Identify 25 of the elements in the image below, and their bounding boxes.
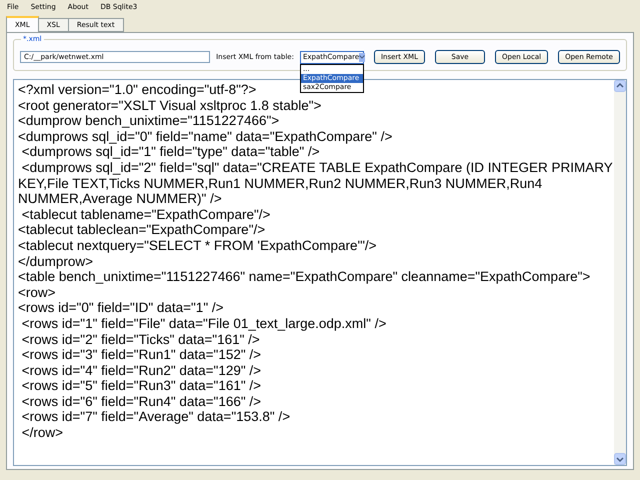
code-line: <rows id="2" field="Ticks" data="161" /> — [20, 332, 260, 348]
code-line: <rows id="3" field="Run1" data="152" /> — [20, 347, 262, 363]
code-line: <dumprow bench_unixtime="1151227466"> — [18, 113, 280, 129]
code-line: <rows id="4" field="Run2" data="129" /> — [20, 362, 262, 378]
code-line: <rows id="1" field="File" data="File 01_text_large.odp.xml" /> — [20, 316, 386, 332]
code-line: <dumprows sql_id="2" field="sql" data="CREATE TABLE ExpathCompare (ID INTEGER PRIMARY KEY,File TEXT,Ticks NUMMER,Run1 NUMMER,Run2 NUMMER,Run3 NUMMER,Run4 NUMMER,Average NUMMER)" /> — [18, 160, 614, 207]
scroll-up-icon[interactable] — [614, 80, 626, 92]
code-line: <tablecut tableclean="ExpathCompare"/> — [18, 222, 266, 238]
code-line: <root generator="XSLT Visual xsltproc 1.8 stable"> — [18, 98, 322, 114]
scrollbar[interactable] — [614, 80, 626, 465]
code-line: <row> — [18, 284, 56, 300]
code-line: <rows id="6" field="Run4" data="166" /> — [20, 394, 262, 410]
code-line: <rows id="5" field="Run3" data="161" /> — [20, 378, 262, 394]
caret-icon — [359, 55, 366, 59]
code-line: </dumprow> — [18, 254, 94, 270]
code-line: <dumprows sql_id="0" field="name" data="ExpathCompare" /> — [18, 128, 392, 144]
code-line: <rows id="0" field="ID" data="1" /> — [18, 300, 224, 316]
code-line: <table bench_unixtime="1151227466" name="ExpathCompare" cleanname="ExpathCompare"> — [18, 269, 590, 285]
code-line: <tablecut tablename="ExpathCompare"/> — [20, 206, 270, 222]
code-line: <tablecut nextquery="SELECT * FROM 'ExpathCompare'"/> — [18, 238, 377, 254]
scroll-down-icon[interactable] — [614, 453, 626, 465]
code-line: <rows id="7" field="Average" data="153.8" /> — [20, 409, 290, 426]
code-line: <dumprows sql_id="1" field="type" data="table" /> — [20, 144, 320, 160]
code-line: </row> — [20, 425, 64, 441]
code-line: <?xml version="1.0" encoding="utf-8"?> — [18, 82, 256, 98]
